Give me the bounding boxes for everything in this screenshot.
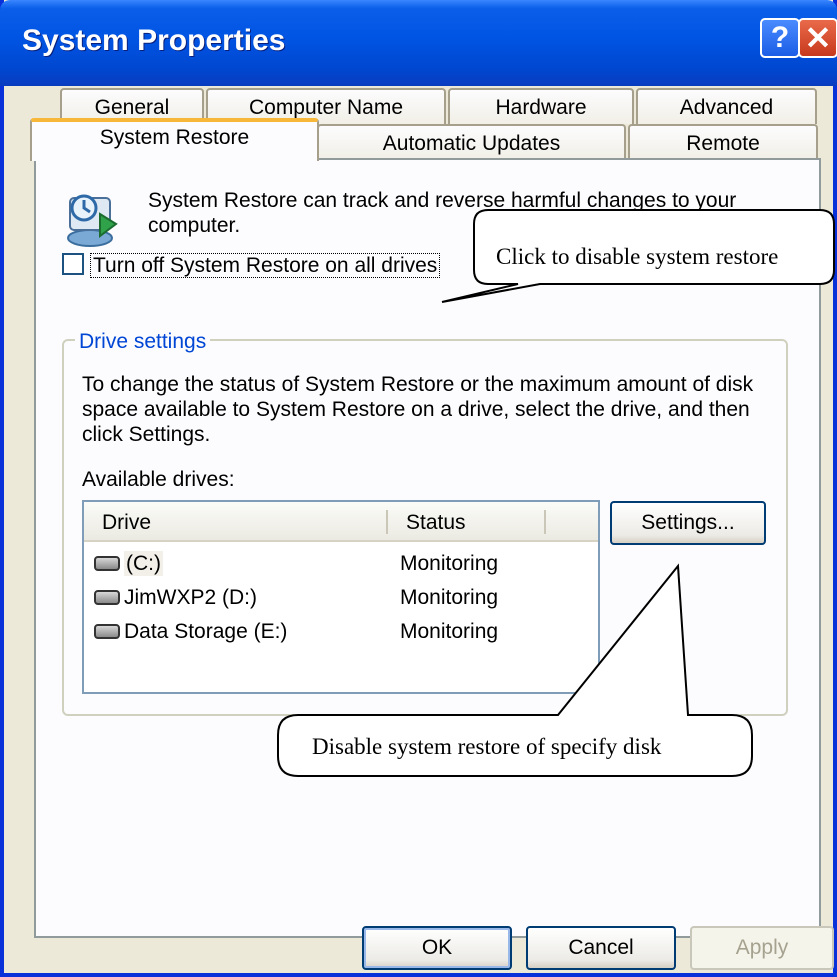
tab-system-restore[interactable]: System Restore [30, 118, 319, 161]
tab-label: System Restore [99, 126, 250, 149]
bottom-callout-text: Disable system restore of specify disk [312, 734, 662, 759]
top-callout-text: Click to disable system restore [496, 244, 779, 269]
